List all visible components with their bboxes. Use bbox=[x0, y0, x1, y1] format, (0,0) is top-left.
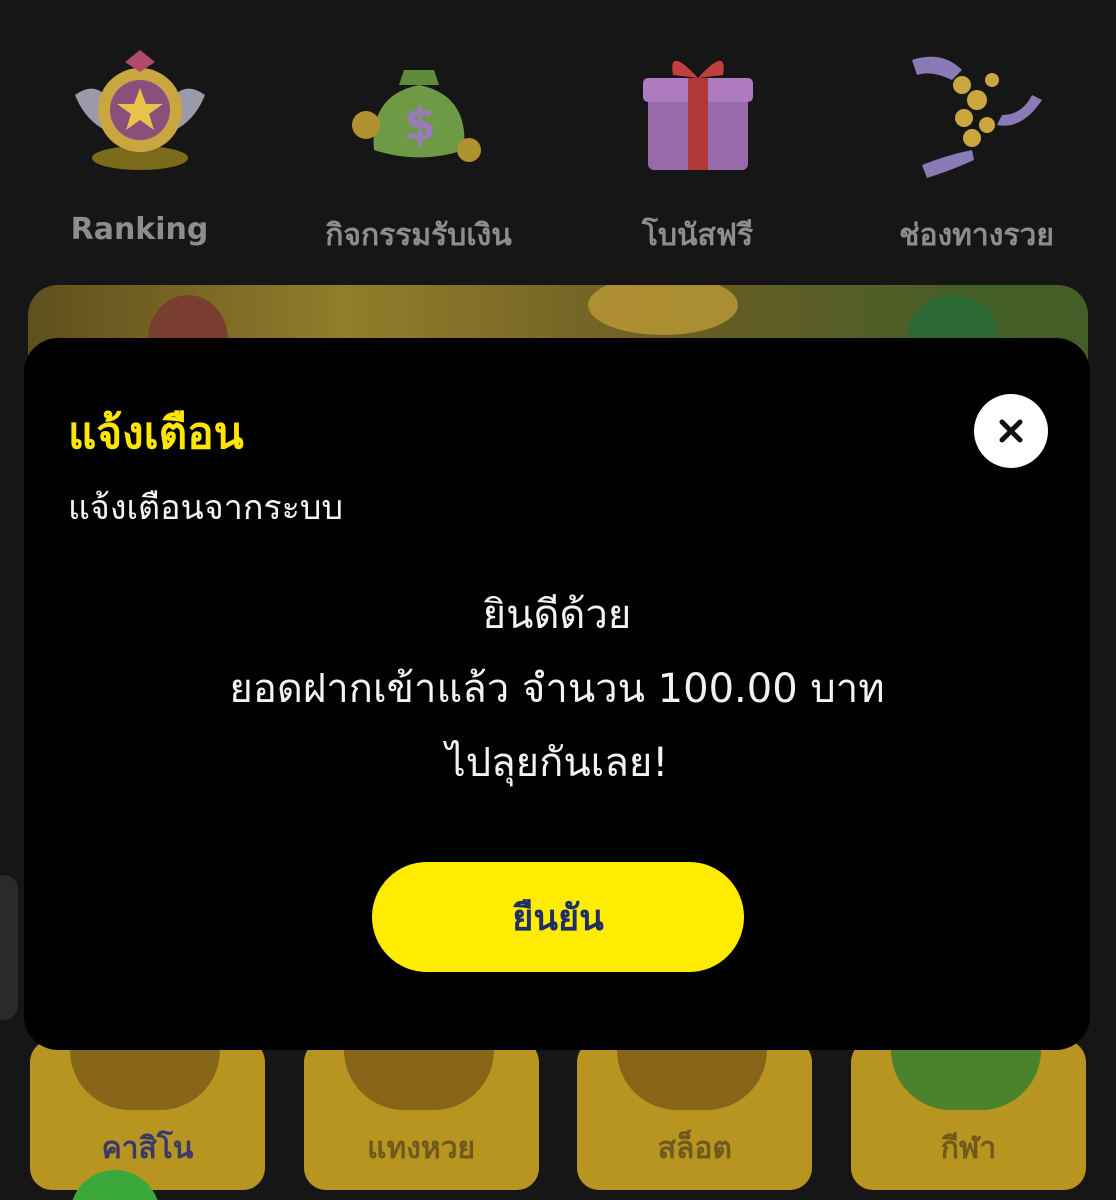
modal-message: ยินดีด้วย ยอดฝากเข้าแล้ว จำนวน 100.00 บา… bbox=[24, 578, 1090, 800]
close-button[interactable] bbox=[974, 394, 1048, 468]
casino-icon bbox=[70, 1040, 220, 1110]
quick-menu-label: Ranking bbox=[70, 212, 209, 247]
quick-menu-label: ช่องทางรวย bbox=[899, 218, 1054, 253]
coins-hands-icon bbox=[902, 40, 1052, 180]
quick-menu: Ranking $ กิจกรรมรับเงิน โบนัสฟรี ช่องทา… bbox=[0, 40, 1116, 270]
app-screen: Ranking $ กิจกรรมรับเงิน โบนัสฟรี ช่องทา… bbox=[0, 0, 1116, 1200]
svg-text:$: $ bbox=[404, 97, 436, 151]
game-tile-label: คาสิโน bbox=[101, 1131, 194, 1166]
game-tile-label: กีฬา bbox=[940, 1131, 997, 1166]
side-drawer-handle[interactable] bbox=[0, 875, 18, 1020]
game-tile-label: สล็อต bbox=[657, 1131, 732, 1166]
modal-title: แจ้งเตือน bbox=[68, 408, 244, 459]
quick-menu-rich-channel[interactable]: ช่องทางรวย bbox=[847, 40, 1107, 270]
game-tile-slot[interactable]: สล็อต bbox=[577, 1040, 813, 1190]
close-icon bbox=[999, 419, 1023, 443]
gift-box-icon bbox=[623, 40, 773, 180]
sports-field-icon bbox=[890, 1040, 1041, 1110]
message-line-letsgo: ไปลุยกันเลย! bbox=[445, 740, 669, 786]
banner-art bbox=[588, 285, 738, 335]
confirm-button[interactable]: ยืนยัน bbox=[372, 862, 744, 972]
quick-menu-ranking[interactable]: Ranking bbox=[10, 40, 270, 270]
ranking-badge-icon bbox=[65, 40, 215, 180]
game-tile-casino[interactable]: คาสิโน bbox=[30, 1040, 265, 1190]
message-line-congrats: ยินดีด้วย bbox=[482, 592, 632, 638]
modal-subtitle: แจ้งเตือนจากระบบ bbox=[68, 488, 344, 528]
quick-menu-label: กิจกรรมรับเงิน bbox=[325, 218, 512, 253]
game-tile-sports[interactable]: กีฬา bbox=[850, 1040, 1086, 1190]
alert-modal: แจ้งเตือน แจ้งเตือนจากระบบ ยินดีด้วย ยอด… bbox=[24, 338, 1090, 1050]
lottery-icon bbox=[343, 1040, 494, 1110]
game-categories: คาสิโน แทงหวย สล็อต กีฬา bbox=[30, 1040, 1086, 1200]
quick-menu-money-event[interactable]: $ กิจกรรมรับเงิน bbox=[289, 40, 549, 270]
money-bag-icon: $ bbox=[344, 40, 494, 180]
slot-icon bbox=[617, 1040, 768, 1110]
message-line-deposit: ยอดฝากเข้าแล้ว จำนวน 100.00 บาท bbox=[229, 666, 885, 712]
quick-menu-label: โบนัสฟรี bbox=[641, 218, 754, 253]
game-tile-lottery[interactable]: แทงหวย bbox=[303, 1040, 539, 1190]
game-tile-label: แทงหวย bbox=[367, 1131, 476, 1166]
quick-menu-free-bonus[interactable]: โบนัสฟรี bbox=[568, 40, 828, 270]
